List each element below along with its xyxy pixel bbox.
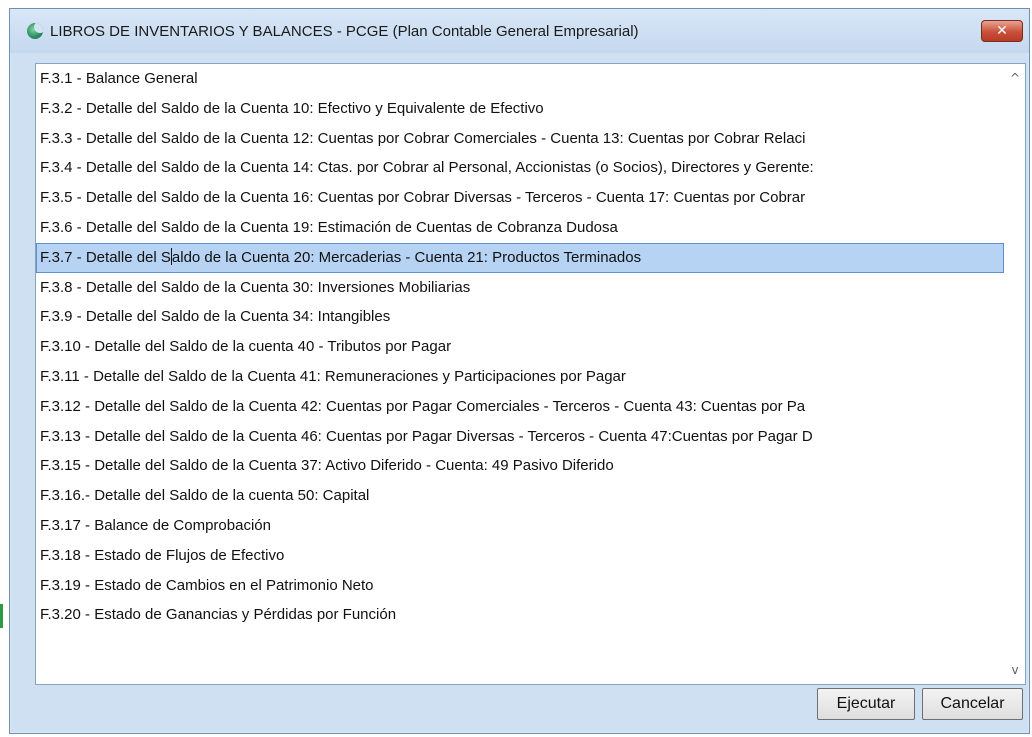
list-item-label: F.3.6 - Detalle del Saldo de la Cuenta 1…: [40, 218, 618, 236]
list-item-selected[interactable]: F.3.7 - Detalle del Saldo de la Cuenta 2…: [36, 242, 1004, 273]
list-item[interactable]: F.3.10 - Detalle del Saldo de la cuenta …: [36, 332, 1004, 362]
list-item[interactable]: F.3.19 - Estado de Cambios en el Patrimo…: [36, 571, 1004, 601]
list-item[interactable]: F.3.13 - Detalle del Saldo de la Cuenta …: [36, 422, 1004, 452]
list-item-label: F.3.5 - Detalle del Saldo de la Cuenta 1…: [40, 189, 806, 207]
list-item[interactable]: F.3.17 - Balance de Comprobación: [36, 511, 1004, 541]
list-item-label: F.3.20 - Estado de Ganancias y Pérdidas …: [40, 606, 397, 624]
desktop-background: [0, 0, 9, 737]
list-item[interactable]: F.3.15 - Detalle del Saldo de la Cuenta …: [36, 451, 1004, 481]
list-item[interactable]: F.3.16.- Detalle del Saldo de la cuenta …: [36, 481, 1004, 511]
title-bar[interactable]: LIBROS DE INVENTARIOS Y BALANCES - PCGE …: [10, 9, 1029, 53]
list-item-label: F.3.4 - Detalle del Saldo de la Cuenta 1…: [40, 159, 814, 177]
close-button[interactable]: ✕: [981, 20, 1023, 42]
list-item[interactable]: F.3.3 - Detalle del Saldo de la Cuenta 1…: [36, 124, 1004, 154]
app-logo-icon: [27, 23, 43, 39]
report-listbox[interactable]: F.3.1 - Balance General F.3.2 - Detalle d…: [35, 63, 1026, 685]
window-title: LIBROS DE INVENTARIOS Y BALANCES - PCGE …: [50, 23, 639, 40]
list-item[interactable]: F.3.6 - Detalle del Saldo de la Cuenta 1…: [36, 213, 1004, 243]
list-item[interactable]: F.3.9 - Detalle del Saldo de la Cuenta 3…: [36, 302, 1004, 332]
list-item-label-start: F.3.7 - Detalle del S: [40, 248, 171, 266]
scroll-up-arrow-icon[interactable]: ^: [1005, 68, 1025, 88]
list-item[interactable]: F.3.8 - Detalle del Saldo de la Cuenta 3…: [36, 273, 1004, 303]
list-item-label: F.3.17 - Balance de Comprobación: [40, 516, 271, 534]
scroll-down-arrow-icon[interactable]: v: [1005, 660, 1025, 680]
list-item-label-end: aldo de la Cuenta 20: Mercaderias - Cuen…: [171, 248, 642, 266]
vertical-scrollbar[interactable]: ^ v: [1005, 64, 1025, 684]
list-item[interactable]: F.3.11 - Detalle del Saldo de la Cuenta …: [36, 362, 1004, 392]
close-icon: ✕: [996, 23, 1008, 39]
list-item[interactable]: F.3.20 - Estado de Ganancias y Pérdidas …: [36, 600, 1004, 630]
report-list: F.3.1 - Balance General F.3.2 - Detalle d…: [36, 64, 1004, 630]
list-item-label: F.3.12 - Detalle del Saldo de la Cuenta …: [40, 397, 806, 415]
list-item-label: F.3.10 - Detalle del Saldo de la cuenta …: [40, 338, 452, 356]
desktop-edge-mark: [0, 604, 3, 628]
list-item-label: F.3.11 - Detalle del Saldo de la Cuenta …: [40, 367, 626, 385]
list-item[interactable]: F.3.2 - Detalle del Saldo de la Cuenta 1…: [36, 94, 1004, 124]
list-item-label: F.3.2 - Detalle del Saldo de la Cuenta 1…: [40, 99, 544, 117]
list-item-label: F.3.15 - Detalle del Saldo de la Cuenta …: [40, 457, 614, 475]
list-item-label: F.3.19 - Estado de Cambios en el Patrimo…: [40, 576, 374, 594]
list-item[interactable]: F.3.4 - Detalle del Saldo de la Cuenta 1…: [36, 153, 1004, 183]
list-item[interactable]: F.3.18 - Estado de Flujos de Efectivo: [36, 541, 1004, 571]
list-item-label: F.3.9 - Detalle del Saldo de la Cuenta 3…: [40, 308, 391, 326]
list-item[interactable]: F.3.1 - Balance General: [36, 64, 1004, 94]
list-item-label: F.3.18 - Estado de Flujos de Efectivo: [40, 546, 285, 564]
list-item[interactable]: F.3.5 - Detalle del Saldo de la Cuenta 1…: [36, 183, 1004, 213]
list-item-label: F.3.3 - Detalle del Saldo de la Cuenta 1…: [40, 129, 806, 147]
list-item[interactable]: F.3.12 - Detalle del Saldo de la Cuenta …: [36, 392, 1004, 422]
execute-button[interactable]: Ejecutar: [817, 688, 915, 720]
list-item-label: F.3.8 - Detalle del Saldo de la Cuenta 3…: [40, 278, 471, 296]
list-item-label: F.3.13 - Detalle del Saldo de la Cuenta …: [40, 427, 813, 445]
list-item-label: F.3.16.- Detalle del Saldo de la cuenta …: [40, 487, 370, 505]
cancel-button[interactable]: Cancelar: [922, 688, 1023, 720]
list-item-label: F.3.1 - Balance General: [40, 70, 198, 87]
dialog-window: LIBROS DE INVENTARIOS Y BALANCES - PCGE …: [9, 8, 1030, 734]
